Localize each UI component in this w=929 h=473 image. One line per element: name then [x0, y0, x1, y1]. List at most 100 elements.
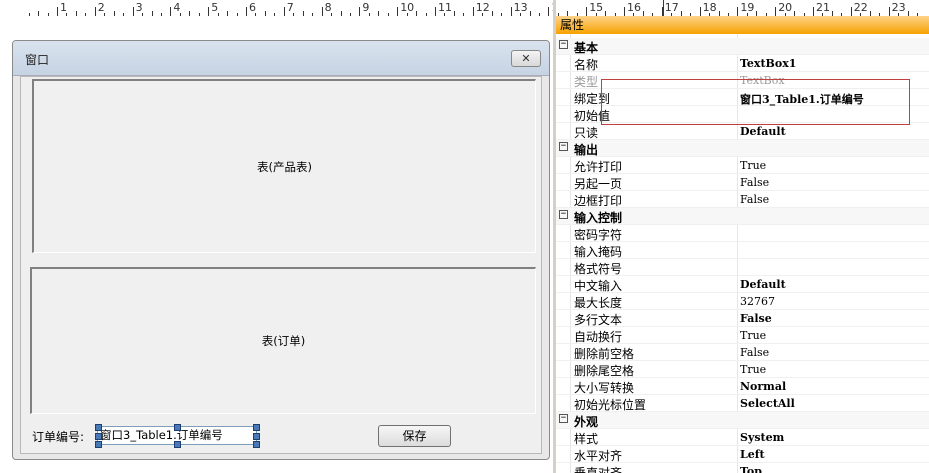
property-name: 名称 [574, 58, 599, 72]
property-value[interactable]: False [740, 176, 769, 189]
resize-handle-top-right[interactable] [253, 424, 260, 431]
property-category-label: 输入控制 [574, 211, 623, 225]
property-row[interactable]: 删除前空格 False [556, 344, 929, 361]
property-value[interactable]: Default [740, 278, 786, 291]
property-row[interactable]: 输入掩码 [556, 242, 929, 259]
resize-handle-right[interactable] [253, 433, 260, 440]
property-row[interactable]: 水平对齐 Left [556, 446, 929, 463]
ruler-major-tick [132, 7, 134, 16]
horizontal-ruler: 1234567891011121314 [0, 0, 565, 16]
ruler-major-tick [586, 7, 588, 16]
products-table-grid[interactable]: 表(产品表) [32, 79, 536, 253]
form-window[interactable]: 窗口 ✕ 表(产品表) 表(订单) [12, 40, 550, 460]
ruler-major-tick [775, 7, 777, 16]
ruler-major-tick [435, 7, 436, 16]
property-value[interactable]: 32767 [740, 295, 775, 308]
property-name: 中文输入 [574, 279, 623, 293]
save-button[interactable]: 保存 [378, 425, 451, 447]
property-value[interactable]: TextBox1 [740, 57, 796, 70]
property-name: 另起一页 [574, 177, 623, 191]
ruler-major-tick [510, 7, 512, 16]
orders-table-grid[interactable]: 表(订单) [30, 267, 536, 414]
ruler-major-tick [624, 7, 625, 16]
property-row[interactable]: 密码字符 [556, 225, 929, 242]
orders-table-label: 表(订单) [261, 334, 306, 348]
ruler-major-tick [359, 7, 361, 16]
property-row[interactable]: 初始光标位置 SelectAll [556, 395, 929, 412]
property-value[interactable]: Default [740, 125, 786, 138]
property-row[interactable]: 大小写转换 Normal [556, 378, 929, 395]
property-category[interactable]: − 外观 [556, 412, 929, 429]
ruler-major-tick [472, 7, 474, 16]
property-row[interactable]: 边框打印 False [556, 191, 929, 208]
property-row[interactable]: 允许打印 True [556, 157, 929, 174]
property-name: 边框打印 [574, 194, 623, 208]
property-value[interactable]: Left [740, 448, 765, 461]
ruler-major-tick [94, 7, 96, 16]
property-name: 删除前空格 [574, 347, 635, 361]
ruler-position-marker [663, 0, 664, 16]
collapse-icon[interactable]: − [559, 40, 568, 49]
property-category[interactable]: − 输出 [556, 140, 929, 157]
property-value[interactable]: System [740, 431, 784, 444]
property-value[interactable]: True [740, 363, 766, 376]
resize-handle-top-left[interactable] [95, 424, 102, 431]
property-value[interactable]: False [740, 346, 769, 359]
resize-handle-left[interactable] [95, 433, 102, 440]
property-name: 样式 [574, 432, 599, 446]
property-name: 垂直对齐 [574, 466, 623, 473]
resize-handle-bottom-left[interactable] [95, 441, 102, 448]
ruler-major-tick [283, 7, 285, 16]
property-name: 初始光标位置 [574, 398, 647, 412]
ruler-major-tick [737, 7, 739, 16]
property-category-label: 输出 [574, 143, 599, 157]
ruler-major-tick [850, 7, 852, 16]
close-icon[interactable]: ✕ [511, 50, 541, 67]
property-value[interactable]: Normal [740, 380, 786, 393]
ruler-major-tick [321, 7, 323, 16]
property-name: 只读 [574, 126, 599, 140]
property-row[interactable]: 垂直对齐 Top [556, 463, 929, 473]
property-value[interactable]: False [740, 312, 772, 325]
collapse-icon[interactable]: − [559, 414, 568, 423]
collapse-icon[interactable]: − [559, 142, 568, 151]
property-category-label: 外观 [574, 415, 599, 429]
horizontal-ruler-right: 15 16 17 18 19 20 21 22 23 [556, 0, 929, 16]
property-name: 最大长度 [574, 296, 623, 310]
property-value[interactable]: False [740, 193, 769, 206]
resize-handle-bottom[interactable] [174, 441, 181, 448]
ruler-major-tick [57, 7, 58, 16]
property-row[interactable]: 只读 Default [556, 123, 929, 140]
window-body: 表(产品表) 表(订单) [20, 76, 542, 454]
collapse-icon[interactable]: − [559, 210, 568, 219]
resize-handle-top[interactable] [174, 424, 181, 431]
property-category[interactable]: − 基本 [556, 38, 929, 55]
ruler-major-tick [699, 7, 701, 16]
property-row[interactable]: 最大长度 32767 [556, 293, 929, 310]
property-row[interactable]: 自动换行 True [556, 327, 929, 344]
property-name: 大小写转换 [574, 381, 635, 395]
property-name: 删除尾空格 [574, 364, 635, 378]
property-value[interactable]: SelectAll [740, 397, 795, 410]
property-row[interactable]: 名称 TextBox1 [556, 55, 929, 72]
property-row[interactable]: 格式符号 [556, 259, 929, 276]
property-row[interactable]: 另起一页 False [556, 174, 929, 191]
property-row[interactable]: 中文输入 Default [556, 276, 929, 293]
window-title: 窗口 [25, 53, 50, 67]
property-name: 水平对齐 [574, 449, 623, 463]
property-row[interactable]: 删除尾空格 True [556, 361, 929, 378]
ruler-major-tick [208, 7, 210, 16]
resize-handle-bottom-right[interactable] [253, 441, 260, 448]
property-grid[interactable]: 属性 − 基本 名称 TextBox1 类型 TextBox 绑定到 窗口3_Table1.订… [556, 16, 929, 473]
ruler-major-tick [397, 7, 399, 16]
property-value[interactable]: Top [740, 465, 762, 473]
window-titlebar[interactable]: 窗口 ✕ [13, 41, 549, 76]
property-name: 多行文本 [574, 313, 623, 327]
property-value[interactable]: True [740, 329, 766, 342]
property-category[interactable]: − 输入控制 [556, 208, 929, 225]
highlight-annotation-box [601, 79, 910, 125]
property-value[interactable]: True [740, 159, 766, 172]
property-row[interactable]: 多行文本 False [556, 310, 929, 327]
property-row[interactable]: 样式 System [556, 429, 929, 446]
products-table-label: 表(产品表) [257, 160, 312, 174]
